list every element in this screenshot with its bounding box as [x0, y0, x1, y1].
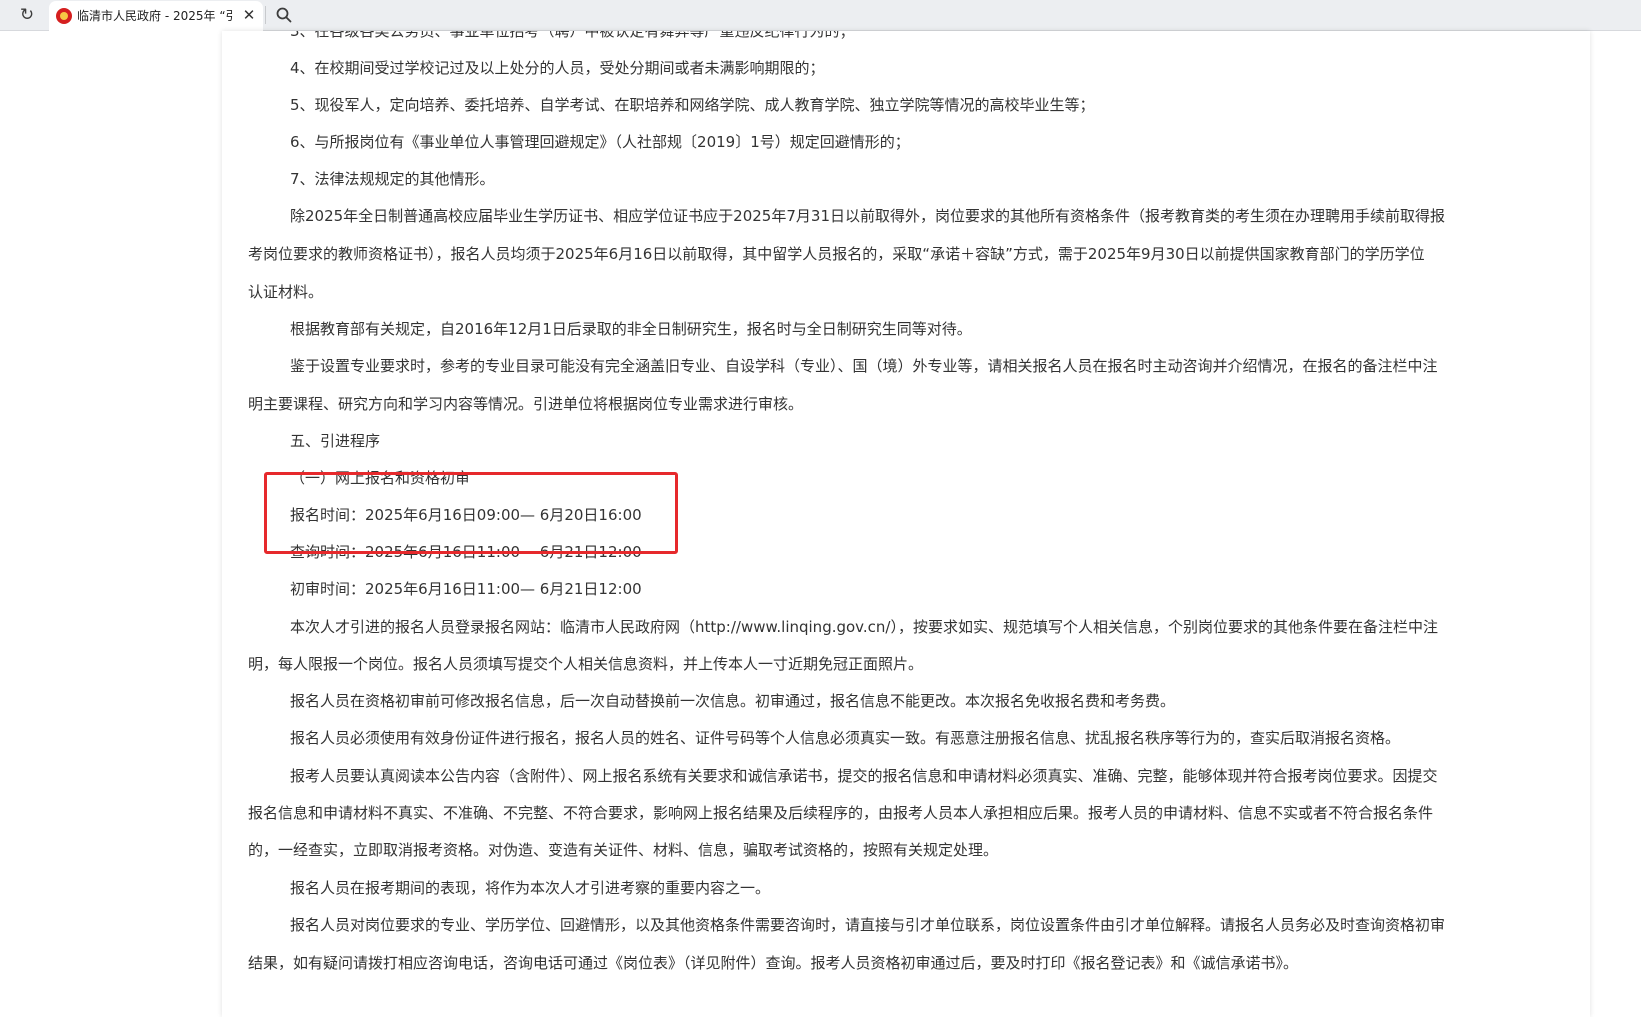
- article-line: 4、在校期间受过学校记过及以上处分的人员，受处分期间或者未满影响期限的；: [290, 59, 825, 77]
- reload-icon[interactable]: ↻: [16, 4, 38, 26]
- article-line: 结果，如有疑问请拨打相应咨询电话，咨询电话可通过《岗位表》（详见附件）查询。报考…: [248, 954, 1299, 972]
- browser-tab[interactable]: 临清市人民政府 - 2025年 “引 ✕: [49, 1, 263, 31]
- section-heading: 五、引进程序: [290, 432, 381, 450]
- emblem-icon: [56, 8, 72, 24]
- tab-title: 临清市人民政府 - 2025年 “引: [77, 9, 233, 23]
- article-line: 报名人员在报考期间的表现，将作为本次人才引进考察的重要内容之一。: [290, 879, 771, 897]
- tab-close-icon[interactable]: ✕: [239, 5, 259, 25]
- article-line: 6、与所报岗位有《事业单位人事管理回避规定》（人社部规〔2019〕1号）规定回避…: [290, 133, 910, 151]
- review-time: 初审时间：2025年6月16日11:00— 6月21日12:00: [290, 580, 642, 598]
- article-line: 报名人员必须使用有效身份证件进行报名，报名人员的姓名、证件号码等个人信息必须真实…: [290, 729, 1401, 747]
- page-viewport[interactable]: 3、在各级各类公务员、事业单位招考（聘）中被认定有舞弊等严重违反纪律行为的； 4…: [0, 31, 1641, 1017]
- search-icon[interactable]: [272, 3, 296, 27]
- article-line: 考岗位要求的教师资格证书），报名人员均须于2025年6月16日以前取得，其中留学…: [248, 245, 1425, 263]
- article-line: 报名人员在资格初审前可修改报名信息，后一次自动替换前一次信息。初审通过，报名信息…: [290, 692, 1176, 710]
- article-line: 5、现役军人，定向培养、委托培养、自学考试、在职培养和网络学院、成人教育学院、独…: [290, 96, 1095, 114]
- article-line: 鉴于设置专业要求时，参考的专业目录可能没有完全涵盖旧专业、自设学科（专业）、国（…: [290, 357, 1438, 375]
- article-line: 本次人才引进的报名人员登录报名网站：临清市人民政府网（http://www.li…: [290, 618, 1438, 636]
- tab-divider: [265, 6, 266, 24]
- article-line: 3、在各级各类公务员、事业单位招考（聘）中被认定有舞弊等严重违反纪律行为的；: [290, 31, 855, 40]
- article-line: 7、法律法规规定的其他情形。: [290, 170, 495, 188]
- article-line: 报名人员对岗位要求的专业、学历学位、回避情形，以及其他资格条件需要咨询时，请直接…: [290, 916, 1446, 934]
- article-line: 明主要课程、研究方向和学习内容等情况。引进单位将根据岗位专业需求进行审核。: [248, 395, 804, 413]
- article-line: 的，一经查实，立即取消报考资格。对伪造、变造有关证件、材料、信息，骗取考试资格的…: [248, 841, 999, 859]
- article-line: 明，每人限报一个岗位。报名人员须填写提交个人相关信息资料，并上传本人一寸近期免冠…: [248, 655, 924, 673]
- highlight-annotation-box: [264, 472, 678, 554]
- article-line: 除2025年全日制普通高校应届毕业生学历证书、相应学位证书应于2025年7月31…: [290, 207, 1445, 225]
- article-line: 报名信息和申请材料不真实、不准确、不完整、不符合要求，影响网上报名结果及后续程序…: [248, 804, 1434, 822]
- article-line: 报考人员要认真阅读本公告内容（含附件）、网上报名系统有关要求和诚信承诺书，提交的…: [290, 767, 1438, 785]
- article-line: 根据教育部有关规定，自2016年12月1日后录取的非全日制研究生，报名时与全日制…: [290, 320, 972, 338]
- browser-tab-bar: ↻ 临清市人民政府 - 2025年 “引 ✕: [0, 0, 1641, 31]
- article-line: 认证材料。: [248, 283, 324, 301]
